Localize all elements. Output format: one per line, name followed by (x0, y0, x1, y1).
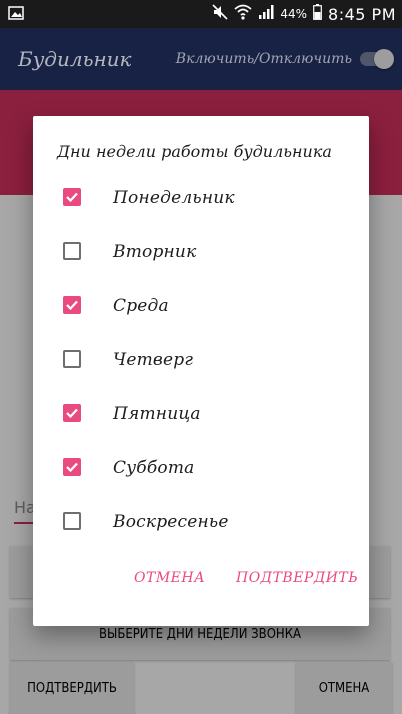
status-bar: 44% 8:45 PM (0, 0, 402, 28)
checkbox-unchecked-icon[interactable] (63, 350, 81, 368)
dialog-title: Дни недели работы будильника (57, 142, 332, 161)
dialog-confirm-button[interactable]: ПОДТВЕРДИТЬ (236, 570, 358, 586)
day-label: Четверг (113, 350, 194, 370)
day-label: Пятница (113, 404, 201, 424)
days-dialog: Дни недели работы будильника Понедельник… (33, 116, 369, 626)
checkbox-checked-icon[interactable] (63, 188, 81, 206)
battery-percent: 44% (280, 7, 308, 21)
checkbox-unchecked-icon[interactable] (63, 242, 81, 260)
day-label: Понедельник (113, 188, 235, 208)
day-label: Среда (113, 296, 169, 316)
day-item-thursday[interactable]: Четверг (33, 336, 369, 390)
checkbox-checked-icon[interactable] (63, 458, 81, 476)
day-item-sunday[interactable]: Воскресенье (33, 498, 369, 552)
day-item-tuesday[interactable]: Вторник (33, 228, 369, 282)
day-label: Вторник (113, 242, 197, 262)
wifi-icon (234, 4, 252, 24)
battery-icon (313, 4, 322, 24)
day-label: Воскресенье (113, 512, 229, 532)
dialog-cancel-button[interactable]: ОТМЕНА (134, 570, 205, 586)
signal-icon (258, 4, 274, 24)
checkbox-unchecked-icon[interactable] (63, 512, 81, 530)
clock: 8:45 PM (328, 4, 396, 24)
checkbox-checked-icon[interactable] (63, 404, 81, 422)
day-item-saturday[interactable]: Суббота (33, 444, 369, 498)
day-item-friday[interactable]: Пятница (33, 390, 369, 444)
checkbox-checked-icon[interactable] (63, 296, 81, 314)
gallery-icon (8, 6, 24, 20)
day-item-wednesday[interactable]: Среда (33, 282, 369, 336)
day-item-monday[interactable]: Понедельник (33, 174, 369, 228)
day-label: Суббота (113, 458, 195, 478)
day-list: Понедельник Вторник Среда Четверг Пятниц… (33, 174, 369, 552)
mute-icon (212, 4, 228, 24)
dialog-actions: ОТМЕНА ПОДТВЕРДИТЬ (33, 570, 369, 596)
